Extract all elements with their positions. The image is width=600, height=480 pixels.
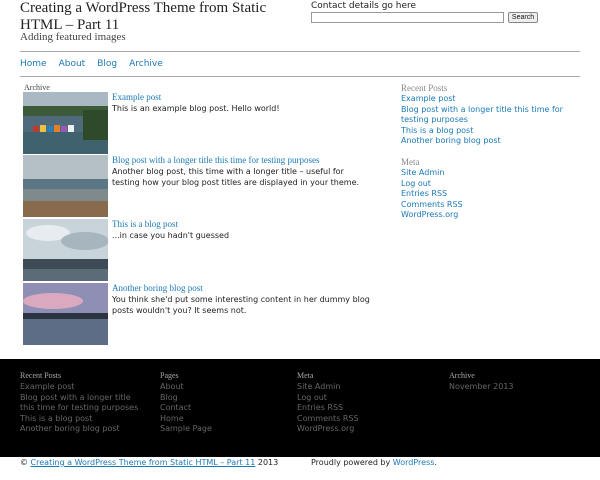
footer-meta-item[interactable]: WordPress.org <box>297 424 427 435</box>
sidebar-meta-item[interactable]: Log out <box>401 179 571 190</box>
post-item: This is a blog post ...in case you hadn'… <box>23 219 383 281</box>
nav-divider <box>20 76 580 77</box>
powered-by-label: Proudly powered by <box>311 458 391 467</box>
footer-archive-item[interactable]: November 2013 <box>449 382 579 393</box>
footer-page-item[interactable]: Blog <box>160 393 280 404</box>
site-description: Adding featured images <box>20 31 126 43</box>
post-thumbnail[interactable] <box>23 283 108 345</box>
footer-recent-item[interactable]: This is a blog post <box>20 414 145 425</box>
site-title[interactable]: Creating a WordPress Theme from Static H… <box>20 0 300 34</box>
post-thumbnail[interactable] <box>23 219 108 281</box>
archive-heading: Archive <box>24 83 50 92</box>
footer-page-item[interactable]: Home <box>160 414 280 425</box>
footer-meta-item[interactable]: Log out <box>297 393 427 404</box>
footer-meta-heading: Meta <box>297 371 314 380</box>
footer-page-item[interactable]: Contact <box>160 403 280 414</box>
nav-item-blog[interactable]: Blog <box>97 59 117 69</box>
sidebar-meta-item[interactable]: Comments RSS <box>401 200 571 211</box>
post-title-link[interactable]: This is a blog post <box>112 219 178 229</box>
sidebar-recent-item[interactable]: Example post <box>401 94 571 105</box>
sidebar-meta-item[interactable]: WordPress.org <box>401 210 571 221</box>
powered-by-period: . <box>434 458 437 467</box>
search-button[interactable]: Search <box>508 12 538 23</box>
post-item: Blog post with a longer title this time … <box>23 155 383 217</box>
sidebar-meta-list: Site Admin Log out Entries RSS Comments … <box>401 168 571 221</box>
footer-archive-heading: Archive <box>449 371 475 380</box>
sidebar-meta-item[interactable]: Entries RSS <box>401 189 571 200</box>
post-thumbnail[interactable] <box>23 92 108 154</box>
powered-by: Proudly powered by WordPress. <box>311 458 437 467</box>
footer-recent-posts: Recent Posts Example post Blog post with… <box>20 371 145 435</box>
footer-page-item[interactable]: About <box>160 382 280 393</box>
footer-archive: Archive November 2013 <box>449 371 579 393</box>
post-item: Example post This is an example blog pos… <box>23 92 383 154</box>
footer-meta: Meta Site Admin Log out Entries RSS Comm… <box>297 371 427 435</box>
sidebar-recent-heading: Recent Posts <box>401 83 448 93</box>
main-nav: Home About Blog Archive <box>20 59 163 69</box>
copyright-site-link[interactable]: Creating a WordPress Theme from Static H… <box>31 458 256 467</box>
footer-pages-heading: Pages <box>160 371 179 380</box>
copyright-year: 2013 <box>257 458 279 467</box>
post-excerpt: Another blog post, this time with a long… <box>112 167 360 187</box>
footer-widgets: Recent Posts Example post Blog post with… <box>0 359 600 457</box>
post-excerpt: This is an example blog post. Hello worl… <box>112 104 280 113</box>
footer-pages: Pages About Blog Contact Home Sample Pag… <box>160 371 280 435</box>
nav-item-archive[interactable]: Archive <box>129 59 163 69</box>
search-input[interactable] <box>311 12 504 23</box>
footer-recent-item[interactable]: Example post <box>20 382 145 393</box>
sidebar-recent-list: Example post Blog post with a longer tit… <box>401 94 571 147</box>
sidebar-recent-item[interactable]: Blog post with a longer title this time … <box>401 105 571 126</box>
header-divider <box>20 51 580 52</box>
nav-item-home[interactable]: Home <box>20 59 47 69</box>
post-item: Another boring blog post You think she'd… <box>23 283 383 345</box>
post-title-link[interactable]: Example post <box>112 92 161 102</box>
footer-meta-item[interactable]: Site Admin <box>297 382 427 393</box>
sidebar-meta-item[interactable]: Site Admin <box>401 168 571 179</box>
copyright: © Creating a WordPress Theme from Static… <box>20 458 278 467</box>
post-excerpt: ...in case you hadn't guessed <box>112 231 230 240</box>
sidebar-recent-item[interactable]: This is a blog post <box>401 126 571 137</box>
wordpress-link[interactable]: WordPress <box>393 458 435 467</box>
footer-page-item[interactable]: Sample Page <box>160 424 280 435</box>
footer-recent-heading: Recent Posts <box>20 371 62 380</box>
post-thumbnail[interactable] <box>23 155 108 217</box>
post-excerpt: You think she'd put some interesting con… <box>112 295 370 315</box>
post-title-link[interactable]: Another boring blog post <box>112 283 203 293</box>
footer-meta-item[interactable]: Comments RSS <box>297 414 427 425</box>
copyright-symbol: © <box>20 458 28 467</box>
nav-item-about[interactable]: About <box>59 59 86 69</box>
post-title-link[interactable]: Blog post with a longer title this time … <box>112 155 319 165</box>
sidebar-meta-heading: Meta <box>401 157 420 167</box>
sidebar-recent-item[interactable]: Another boring blog post <box>401 136 571 147</box>
footer-recent-item[interactable]: Another boring blog post <box>20 424 145 435</box>
footer-recent-item[interactable]: Blog post with a longer title this time … <box>20 393 145 414</box>
footer-meta-item[interactable]: Entries RSS <box>297 403 427 414</box>
contact-details: Contact details go here <box>311 1 417 11</box>
